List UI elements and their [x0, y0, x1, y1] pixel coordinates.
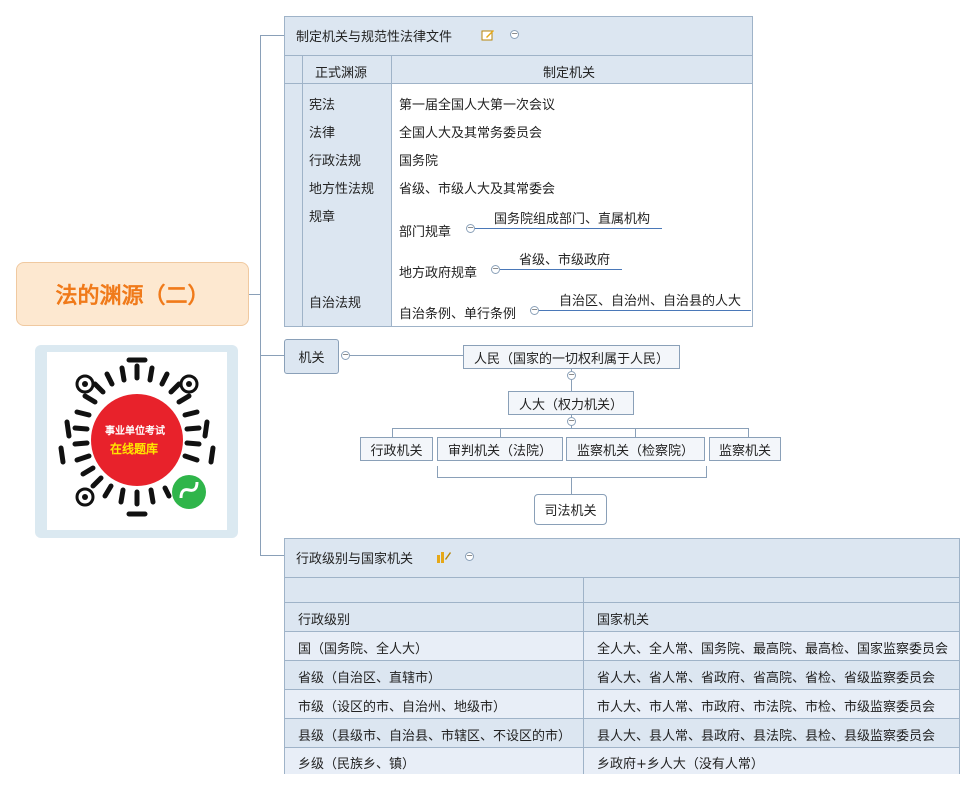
local-rule-child: 省级、市级政府	[519, 253, 611, 268]
level-cell: 乡级（民族乡、镇）	[298, 757, 416, 772]
level-cell: 省级（自治区、直辖市）	[298, 671, 442, 686]
branch1-title: 制定机关与规范性法律文件	[296, 30, 453, 45]
qr-line2: 在线题库	[110, 442, 159, 456]
npc-node[interactable]: 人大（权力机关）	[508, 391, 634, 415]
autonomy-label: 自治条例、单行条例	[399, 307, 517, 322]
source-cell: 法律	[309, 126, 336, 141]
organ-cell: 第一届全国人大第一次会议	[399, 98, 556, 113]
branch3-collapse-icon[interactable]: −	[465, 552, 474, 561]
branch3-connector	[260, 555, 284, 556]
npc-label: 人大（权力机关）	[518, 397, 623, 413]
organ-label: 监察机关（检察院）	[576, 443, 694, 459]
root-topic[interactable]: 法的渊源（二）	[16, 262, 249, 326]
dept-rule-label: 部门规章	[399, 225, 452, 240]
table-row: 乡级（民族乡、镇） 乡政府+乡人大（没有人常）	[285, 747, 959, 774]
branch3-header-level: 行政级别	[298, 613, 351, 628]
branch2-connector	[260, 355, 284, 356]
organ-cell: 全国人大及其常务委员会	[399, 126, 543, 141]
branch1-header-source: 正式渊源	[315, 66, 368, 81]
level-cell: 县级（县级市、自治县、市辖区、不设区的市）	[298, 729, 572, 744]
branch2-collapse-icon[interactable]: −	[341, 351, 350, 360]
people-collapse-icon[interactable]: −	[567, 371, 576, 380]
table-row: 县级（县级市、自治县、市辖区、不设区的市） 县人大、县人常、县政府、县法院、县检…	[285, 718, 959, 747]
branch3-header-organs: 国家机关	[597, 613, 650, 628]
organs-cell: 省人大、省人常、省政府、省高院、省检、省级监察委员会	[597, 671, 936, 686]
qr-line1: 事业单位考试	[105, 426, 165, 437]
source-cell: 行政法规	[309, 154, 362, 169]
organ-label: 行政机关	[370, 443, 423, 459]
organs-cell: 市人大、市人常、市政府、市法院、市检、市级监察委员会	[597, 700, 936, 715]
table-row: 省级（自治区、直辖市） 省人大、省人常、省政府、省高院、省检、省级监察委员会	[285, 660, 959, 689]
organ-node[interactable]: 审判机关（法院）	[437, 437, 563, 461]
source-cell: 宪法	[309, 98, 336, 113]
organs-cell: 乡政府+乡人大（没有人常）	[597, 757, 764, 772]
source-cell: 自治法规	[309, 296, 362, 311]
branch1-connector	[260, 35, 284, 36]
npc-collapse-icon[interactable]: −	[567, 417, 576, 426]
branch2-title: 机关	[298, 351, 325, 366]
people-label: 人民（国家的一切权利属于人民）	[473, 351, 669, 367]
organ-node[interactable]: 行政机关	[360, 437, 433, 461]
branch3-panel[interactable]: 行政级别与国家机关 − 行政级别 国家机关 国（国务院、全人大） 全人大、全人常…	[284, 538, 960, 774]
organ-cell: 国务院	[399, 154, 439, 169]
organ-node[interactable]: 监察机关（检察院）	[566, 437, 705, 461]
autonomy-child: 自治区、自治州、自治县的人大	[559, 294, 742, 309]
trunk-line	[260, 35, 261, 555]
level-cell: 国（国务院、全人大）	[298, 642, 429, 657]
branch3-title: 行政级别与国家机关	[296, 552, 414, 567]
edit-note-icon	[481, 30, 494, 41]
organ-label: 审判机关（法院）	[447, 443, 552, 459]
level-cell: 市级（设区的市、自治州、地级市）	[298, 700, 507, 715]
organ-label: 监察机关	[718, 443, 771, 459]
source-cell: 地方性法规	[309, 182, 375, 197]
judicial-label: 司法机关	[544, 504, 597, 519]
branch1-collapse-icon[interactable]: −	[510, 30, 519, 39]
local-rule-collapse-icon[interactable]: −	[491, 265, 500, 274]
source-cell: 规章	[309, 210, 336, 225]
organ-node[interactable]: 监察机关	[709, 437, 781, 461]
branch1-header-organ: 制定机关	[543, 66, 596, 81]
table-row: 市级（设区的市、自治州、地级市） 市人大、市人常、市政府、市法院、市检、市级监察…	[285, 689, 959, 718]
branch2-topic[interactable]: 机关	[284, 339, 339, 374]
table-row: 国（国务院、全人大） 全人大、全人常、国务院、最高院、最高检、国家监察委员会	[285, 631, 959, 660]
chart-edit-icon	[437, 552, 451, 563]
root-title: 法的渊源（二）	[55, 284, 210, 309]
organ-cell: 省级、市级人大及其常委会	[399, 182, 556, 197]
local-rule-label: 地方政府规章	[399, 266, 478, 281]
dept-rule-collapse-icon[interactable]: −	[466, 224, 475, 233]
organs-cell: 全人大、全人常、国务院、最高院、最高检、国家监察委员会	[597, 642, 949, 657]
dept-rule-child: 国务院组成部门、直属机构	[494, 212, 651, 227]
judicial-node[interactable]: 司法机关	[534, 494, 607, 525]
branch1-panel[interactable]: 制定机关与规范性法律文件 − 正式渊源 制定机关 宪法 第一届全国人大第一次会议…	[284, 16, 753, 327]
autonomy-collapse-icon[interactable]: −	[530, 306, 539, 315]
organs-cell: 县人大、县人常、县政府、县法院、县检、县级监察委员会	[597, 729, 936, 744]
people-node[interactable]: 人民（国家的一切权利属于人民）	[463, 345, 680, 369]
